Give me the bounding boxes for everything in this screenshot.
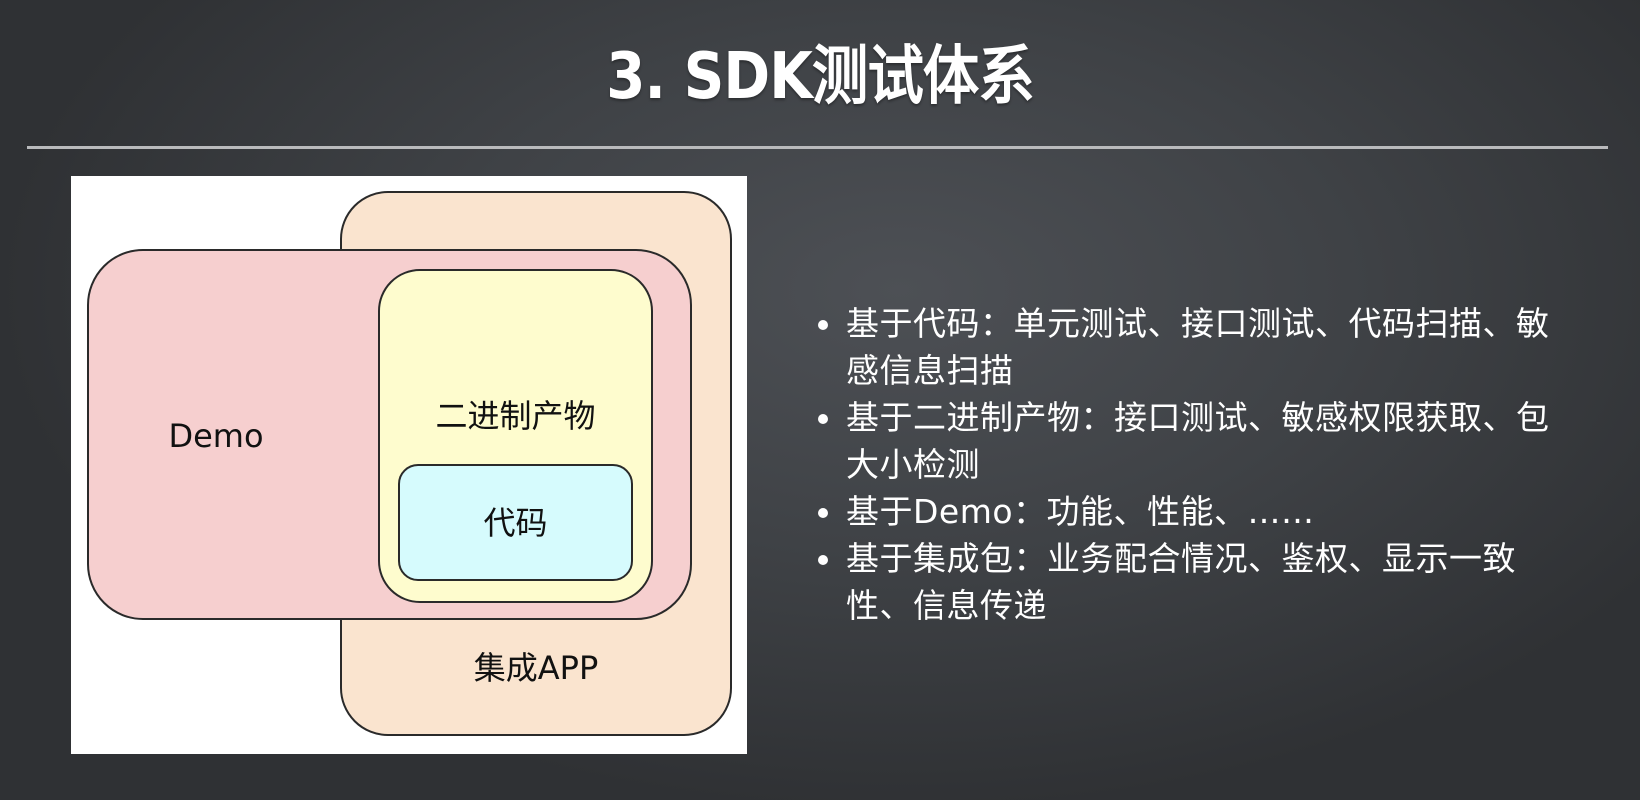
bullet-line: 基于二进制产物：接口测试、敏感权限获取、包	[846, 398, 1550, 437]
bullet-line: 基于代码：单元测试、接口测试、代码扫描、敏	[846, 304, 1550, 343]
bullet-line: 感信息扫描	[846, 351, 1014, 390]
test-approach-list: 基于代码：单元测试、接口测试、代码扫描、敏 感信息扫描 基于二进制产物：接口测试…	[812, 300, 1612, 629]
bullet-dot-icon	[818, 414, 828, 424]
bullet-dot-icon	[818, 555, 828, 565]
slide-title: 3. SDK测试体系	[606, 40, 1035, 114]
bullet-dot-icon	[818, 508, 828, 518]
binary-artifact-label: 二进制产物	[435, 397, 596, 435]
bullet-item-code: 基于代码：单元测试、接口测试、代码扫描、敏 感信息扫描	[812, 300, 1612, 394]
code-label: 代码	[483, 504, 548, 542]
bullet-line: 基于集成包：业务配合情况、鉴权、显示一致	[846, 539, 1516, 578]
title-divider	[27, 146, 1608, 149]
bullet-item-integration: 基于集成包：业务配合情况、鉴权、显示一致 性、信息传递	[812, 535, 1612, 629]
bullet-line: 基于Demo：功能、性能、……	[846, 492, 1315, 531]
bullet-dot-icon	[818, 320, 828, 330]
demo-label: Demo	[168, 417, 264, 455]
bullet-item-binary: 基于二进制产物：接口测试、敏感权限获取、包 大小检测	[812, 394, 1612, 488]
bullet-line: 性、信息传递	[846, 586, 1047, 625]
bullet-item-demo: 基于Demo：功能、性能、……	[812, 488, 1612, 535]
sdk-diagram-panel: Demo 二进制产物 代码 集成APP	[71, 176, 747, 754]
bullet-line: 大小检测	[846, 445, 980, 484]
integrated-app-label: 集成APP	[473, 649, 599, 687]
